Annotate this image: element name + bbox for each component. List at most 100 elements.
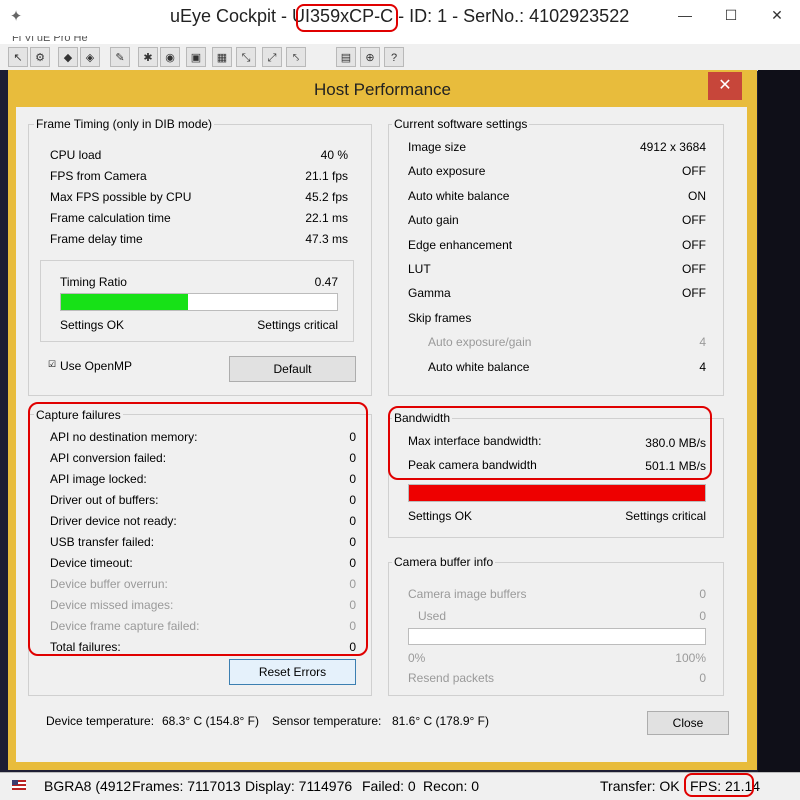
chart-icon[interactable]: ▤ xyxy=(336,47,356,67)
software-setting-label: Gamma xyxy=(408,286,451,301)
app-title-suffix: - ID: 1 - SerNo.: 4102923522 xyxy=(393,6,630,26)
capture-icon[interactable]: ◆ xyxy=(58,47,78,67)
bandwidth-settings-critical: Settings critical xyxy=(625,509,706,523)
frame-timing-title: Frame Timing (only in DIB mode) xyxy=(34,117,215,131)
software-setting-value: 4 xyxy=(699,335,706,350)
dialog-title: Host Performance xyxy=(314,80,451,99)
software-setting-label: Edge enhancement xyxy=(408,237,513,252)
frame-timing-value: 45.2 fps xyxy=(305,190,348,204)
device-temperature-label: Device temperature: xyxy=(46,714,155,728)
frame-timing-value: 40 % xyxy=(320,148,348,162)
record-icon[interactable]: ◈ xyxy=(80,47,100,67)
resend-packets-label: Resend packets xyxy=(408,671,495,685)
bandwidth-bar xyxy=(408,484,706,502)
bandwidth-settings-ok: Settings OK xyxy=(408,509,473,523)
help-icon[interactable]: ? xyxy=(384,47,404,67)
software-setting-value: OFF xyxy=(682,164,706,179)
flag-icon xyxy=(12,780,26,790)
frame-timing-value: 21.1 fps xyxy=(305,169,348,183)
bandwidth-highlight xyxy=(388,406,712,480)
background-edge xyxy=(0,70,8,772)
software-settings-title: Current software settings xyxy=(392,117,530,131)
reset-errors-button[interactable]: Reset Errors xyxy=(229,659,356,685)
toolbar: ↖ ⚙ ◆ ◈ ✎ ✱ ◉ ▣ ▦ ⤡ ⤢ ⤣ ▤ ⊕ ? xyxy=(0,44,800,71)
software-setting-label: Auto exposure/gain xyxy=(428,335,532,350)
zoom-icon[interactable]: ⤡ xyxy=(236,47,256,67)
fps-highlight xyxy=(684,773,754,797)
gear-icon[interactable]: ✱ xyxy=(138,47,158,67)
app-titlebar: ✦ uEye Cockpit - UI359xCP-C - ID: 1 - Se… xyxy=(0,0,800,36)
camera-image-buffers-label: Camera image buffers xyxy=(408,587,527,601)
timing-settings-critical: Settings critical xyxy=(257,318,338,332)
buffer-max-label: 100% xyxy=(675,651,706,665)
frame-timing-value: 22.1 ms xyxy=(305,211,348,225)
menu-bar: Fi Vi uE Pro He xyxy=(0,36,800,44)
measure-alt-icon[interactable]: ⤣ xyxy=(286,47,306,67)
used-label: Used xyxy=(418,609,447,623)
status-failed: Failed: 0 xyxy=(362,778,416,794)
frame-timing-label: FPS from Camera xyxy=(50,169,147,183)
frame-timing-label: Frame calculation time xyxy=(50,211,171,225)
software-setting-value: 4 xyxy=(699,359,706,374)
software-setting-value: OFF xyxy=(682,237,706,252)
window-close-button[interactable]: ✕ xyxy=(754,0,800,30)
status-display: Display: 7114976 xyxy=(245,778,353,794)
measure-icon[interactable]: ⤢ xyxy=(262,47,282,67)
software-setting-value: 4912 x 3684 xyxy=(639,140,706,154)
app-title-prefix: uEye Cockpit - xyxy=(170,6,293,26)
frame-timing-label: Max FPS possible by CPU xyxy=(50,190,192,204)
used-value: 0 xyxy=(699,609,706,623)
camera-image-buffers-value: 0 xyxy=(699,587,706,601)
timing-ratio-bar xyxy=(60,293,338,311)
grid-icon[interactable]: ▦ xyxy=(212,47,232,67)
software-setting-label: Skip frames xyxy=(408,310,472,325)
capture-failures-highlight xyxy=(28,402,368,656)
software-setting-value: OFF xyxy=(682,213,706,228)
software-setting-label: LUT xyxy=(408,262,431,276)
default-button[interactable]: Default xyxy=(229,356,356,382)
minimize-button[interactable]: — xyxy=(662,0,708,30)
app-title: uEye Cockpit - UI359xCP-C - ID: 1 - SerN… xyxy=(170,6,629,27)
buffer-min-label: 0% xyxy=(408,651,426,665)
save-icon[interactable]: ▣ xyxy=(186,47,206,67)
bandwidth-bar-fill xyxy=(409,485,705,501)
image-area xyxy=(758,70,800,772)
maximize-button[interactable]: ☐ xyxy=(708,0,754,30)
status-bar: BGRA8 (4912 Frames: 7117013 Display: 711… xyxy=(0,772,800,800)
timing-settings-ok: Settings OK xyxy=(60,318,125,332)
status-recon: Recon: 0 xyxy=(423,778,480,794)
status-transfer: Transfer: OK xyxy=(600,778,680,794)
cursor-icon[interactable]: ↖ xyxy=(8,47,28,67)
app-icon: ✦ xyxy=(9,8,23,25)
model-highlight-box xyxy=(296,4,398,32)
sensor-temperature-label: Sensor temperature: xyxy=(272,714,382,728)
use-openmp-checkbox[interactable]: ☑ xyxy=(48,360,57,369)
wrench-icon[interactable]: ✎ xyxy=(110,47,130,67)
frame-timing-label: Frame delay time xyxy=(50,232,143,246)
status-frames: Frames: 7117013 xyxy=(132,778,241,794)
buffer-usage-bar xyxy=(408,628,706,645)
software-setting-label: Image size xyxy=(408,140,467,154)
close-button[interactable]: Close xyxy=(647,711,729,735)
settings-icon[interactable]: ⚙ xyxy=(30,47,50,67)
use-openmp-label[interactable]: Use OpenMP xyxy=(60,359,132,373)
dialog-close-button[interactable]: ✕ xyxy=(708,72,742,100)
software-setting-label: Auto gain xyxy=(408,213,459,228)
resend-packets-value: 0 xyxy=(699,671,706,685)
color-icon[interactable]: ◉ xyxy=(160,47,180,67)
software-setting-value: OFF xyxy=(682,262,706,276)
software-setting-value: ON xyxy=(688,188,706,203)
frame-timing-label: CPU load xyxy=(50,148,102,162)
software-setting-label: Auto exposure xyxy=(408,164,486,179)
camera-buffer-title: Camera buffer info xyxy=(392,555,496,569)
timing-ratio-fill xyxy=(61,294,188,310)
sensor-temperature-value: 81.6° C (178.9° F) xyxy=(392,714,489,728)
software-setting-value: OFF xyxy=(682,286,706,301)
timing-ratio-value: 0.47 xyxy=(314,275,338,289)
timing-ratio-label: Timing Ratio xyxy=(60,275,127,289)
device-temperature-value: 68.3° C (154.8° F) xyxy=(162,714,259,728)
software-setting-label: Auto white balance xyxy=(428,359,530,374)
menu-bar-text[interactable]: Fi Vi uE Pro He xyxy=(12,36,88,44)
frame-timing-value: 47.3 ms xyxy=(305,232,348,246)
zoom-in-icon[interactable]: ⊕ xyxy=(360,47,380,67)
